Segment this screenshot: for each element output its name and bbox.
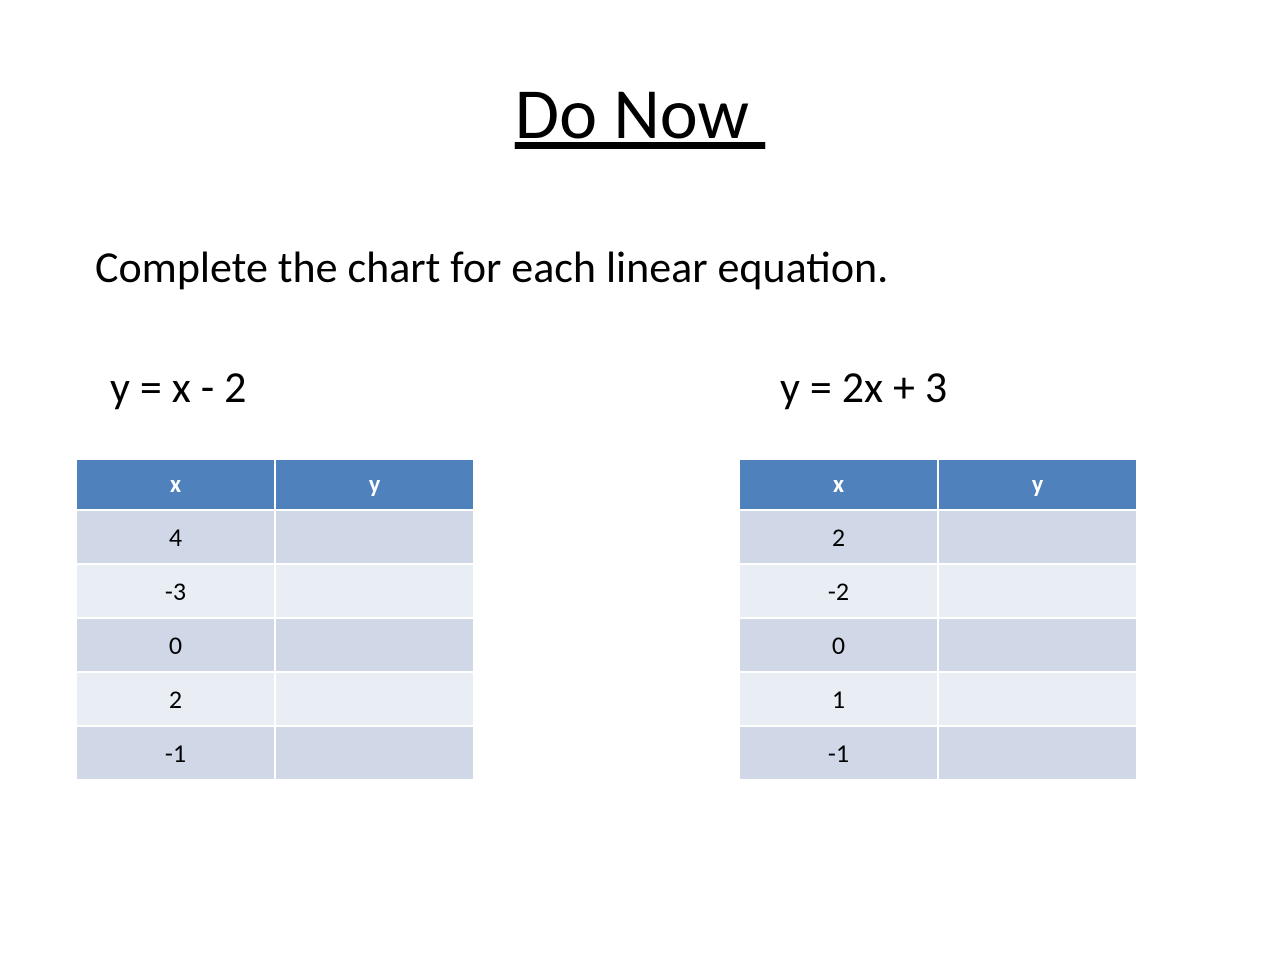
cell-y — [938, 618, 1137, 672]
cell-y — [938, 726, 1137, 780]
table-row: 2 — [76, 672, 474, 726]
cell-x: 1 — [739, 672, 938, 726]
instruction-text: Complete the chart for each linear equat… — [95, 240, 888, 294]
table-header-x: x — [739, 459, 938, 510]
table-row: -1 — [739, 726, 1137, 780]
cell-x: -1 — [739, 726, 938, 780]
cell-x: -3 — [76, 564, 275, 618]
table-row: 0 — [739, 618, 1137, 672]
cell-x: -2 — [739, 564, 938, 618]
cell-y — [938, 672, 1137, 726]
table-row: -1 — [76, 726, 474, 780]
table-row: 0 — [76, 618, 474, 672]
cell-y — [275, 726, 474, 780]
table-right: x y 2 -2 0 1 -1 — [738, 458, 1138, 781]
cell-y — [275, 618, 474, 672]
cell-y — [275, 564, 474, 618]
equation-left: y = x - 2 — [110, 360, 246, 414]
table-row: 2 — [739, 510, 1137, 564]
table-left: x y 4 -3 0 2 -1 — [75, 458, 475, 781]
equation-right: y = 2x + 3 — [780, 360, 947, 414]
cell-y — [938, 510, 1137, 564]
cell-y — [275, 672, 474, 726]
cell-y — [938, 564, 1137, 618]
cell-x: -1 — [76, 726, 275, 780]
table-right-container: x y 2 -2 0 1 -1 — [738, 458, 1138, 781]
cell-x: 0 — [739, 618, 938, 672]
table-header-y: y — [275, 459, 474, 510]
cell-x: 2 — [76, 672, 275, 726]
table-header-x: x — [76, 459, 275, 510]
table-row: 4 — [76, 510, 474, 564]
cell-x: 4 — [76, 510, 275, 564]
table-header-y: y — [938, 459, 1137, 510]
table-left-container: x y 4 -3 0 2 -1 — [75, 458, 475, 781]
table-row: -2 — [739, 564, 1137, 618]
cell-x: 0 — [76, 618, 275, 672]
table-row: -3 — [76, 564, 474, 618]
page-title: Do Now — [515, 70, 765, 158]
cell-x: 2 — [739, 510, 938, 564]
cell-y — [275, 510, 474, 564]
table-row: 1 — [739, 672, 1137, 726]
